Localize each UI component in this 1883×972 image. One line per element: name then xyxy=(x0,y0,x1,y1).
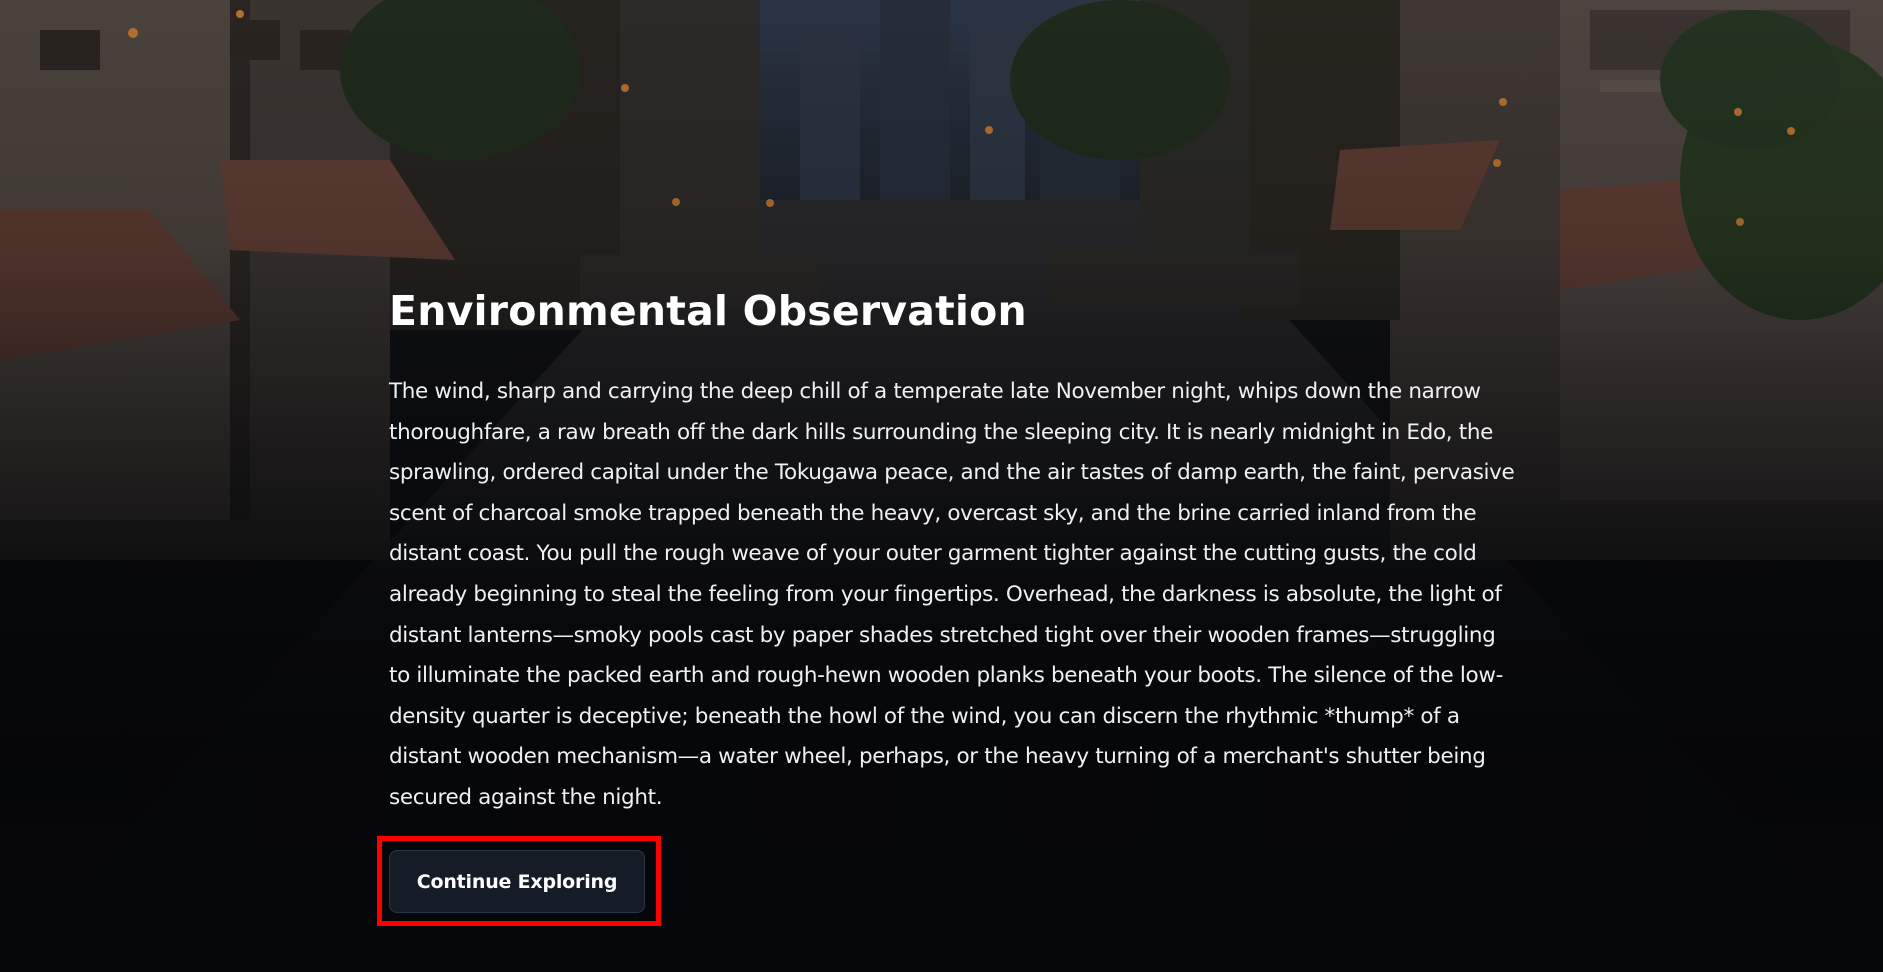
scene-panel: Environmental Observation The wind, shar… xyxy=(389,280,1519,819)
scene-narrative: The wind, sharp and carrying the deep ch… xyxy=(389,379,1515,810)
game-scene: Environmental Observation The wind, shar… xyxy=(0,0,1883,972)
continue-exploring-button[interactable]: Continue Exploring xyxy=(389,850,645,913)
scene-title: Environmental Observation xyxy=(389,287,1027,335)
